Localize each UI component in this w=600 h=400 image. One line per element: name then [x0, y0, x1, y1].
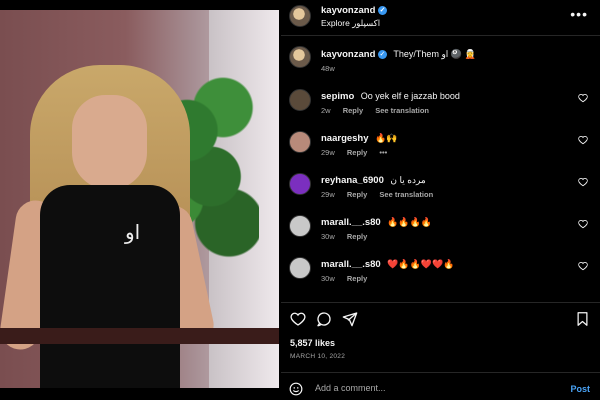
comment-item: reyhana_6900 مرده یا ن 29w Reply See tra… [281, 173, 600, 209]
reply-button[interactable]: Reply [347, 274, 367, 283]
image-shirt-text: او [125, 220, 141, 244]
image-person-body [40, 185, 180, 388]
comment-line: marall.__.s80 ❤️🔥🔥❤️❤️🔥 [321, 259, 454, 270]
reply-button[interactable]: Reply [347, 190, 367, 199]
share-icon[interactable] [342, 311, 358, 327]
commenter-username[interactable]: naargeshy [321, 133, 369, 144]
add-comment-input[interactable] [315, 381, 555, 395]
comment-time[interactable]: 30w [321, 232, 335, 241]
heart-icon[interactable] [578, 219, 588, 229]
commenter-avatar[interactable] [289, 257, 311, 279]
emoji-icon[interactable] [289, 382, 303, 396]
actions-divider [281, 302, 600, 303]
bookmark-icon[interactable] [575, 311, 590, 327]
comment-line: marall.__.s80 🔥🔥🔥🔥 [321, 217, 432, 228]
reply-button[interactable]: Reply [347, 148, 367, 157]
comment-item: marall.__.s80 🔥🔥🔥🔥 30w Reply [281, 215, 600, 251]
reply-button[interactable]: Reply [347, 232, 367, 241]
comment-meta: 30w Reply [321, 232, 377, 241]
comment-text: مرده یا ن [390, 175, 426, 185]
verified-badge-icon: ✓ [377, 50, 387, 60]
comment-meta: 2w Reply See translation [321, 106, 439, 115]
commenter-username[interactable]: sepimo [321, 91, 354, 102]
post-location[interactable]: Explore اکسپلور [321, 18, 380, 29]
add-comment-divider [281, 372, 600, 373]
author-username-row[interactable]: kayvonzand ✓ [321, 5, 388, 16]
heart-icon[interactable] [290, 311, 306, 327]
caption-username[interactable]: kayvonzand [321, 49, 375, 60]
comment-time[interactable]: 29w [321, 190, 335, 199]
verified-badge-icon: ✓ [378, 5, 388, 15]
comment-time[interactable]: 30w [321, 274, 335, 283]
comment-line: naargeshy 🔥🙌 [321, 133, 397, 144]
reply-button[interactable]: Reply [343, 106, 363, 115]
comment-time[interactable]: 29w [321, 148, 335, 157]
commenter-username[interactable]: marall.__.s80 [321, 217, 381, 228]
post-comment-button[interactable]: Post [570, 384, 590, 394]
image-person-face [72, 95, 147, 190]
comment-icon[interactable] [316, 311, 332, 327]
comment-meta: 29w Reply See translation [321, 190, 443, 199]
comment-text: 🔥🔥🔥🔥 [387, 217, 433, 227]
heart-icon[interactable] [578, 135, 588, 145]
author-avatar[interactable] [289, 5, 311, 27]
see-translation-button[interactable]: See translation [379, 190, 433, 199]
caption-avatar[interactable] [289, 46, 311, 68]
comment-time[interactable]: 2w [321, 106, 331, 115]
comment-text: ❤️🔥🔥❤️❤️🔥 [387, 259, 455, 269]
more-options-icon[interactable]: ••• [570, 6, 588, 22]
caption-text: They/Them او 🎱 🧝 [393, 49, 476, 59]
image-rail [0, 328, 279, 344]
add-comment-bar: Post [281, 376, 600, 400]
likes-count[interactable]: 5,857 likes [290, 338, 335, 348]
author-username[interactable]: kayvonzand [321, 5, 375, 16]
commenter-avatar[interactable] [289, 131, 311, 153]
caption-line: kayvonzand ✓ They/Them او 🎱 🧝 [321, 49, 476, 60]
post-actions [281, 309, 600, 331]
comment-meta: 29w Reply ••• [321, 148, 397, 157]
heart-icon[interactable] [578, 177, 588, 187]
commenter-avatar[interactable] [289, 215, 311, 237]
commenter-avatar[interactable] [289, 173, 311, 195]
commenter-username[interactable]: reyhana_6900 [321, 175, 384, 186]
comment-item: naargeshy 🔥🙌 29w Reply ••• [281, 131, 600, 167]
heart-icon[interactable] [578, 93, 588, 103]
comment-item: marall.__.s80 ❤️🔥🔥❤️❤️🔥 30w Reply [281, 257, 600, 293]
comment-line: sepimo Oo yek elf e jazzab bood [321, 91, 460, 102]
comment-item: sepimo Oo yek elf e jazzab bood 2w Reply… [281, 89, 600, 125]
caption-time[interactable]: 48w [321, 64, 335, 73]
comment-text: 🔥🙌 [375, 133, 398, 143]
comment-line: reyhana_6900 مرده یا ن [321, 175, 426, 186]
post-date[interactable]: MARCH 10, 2022 [290, 353, 345, 360]
comment-text: Oo yek elf e jazzab bood [360, 91, 460, 101]
post-header: kayvonzand ✓ Explore اکسپلور ••• [281, 0, 600, 35]
see-translation-button[interactable]: See translation [375, 106, 429, 115]
header-divider [281, 35, 600, 36]
post-image[interactable]: او [0, 10, 279, 388]
heart-icon[interactable] [578, 261, 588, 271]
commenter-username[interactable]: marall.__.s80 [321, 259, 381, 270]
post-side-panel: kayvonzand ✓ Explore اکسپلور ••• kayvonz… [281, 0, 600, 400]
comment-more-options-icon[interactable]: ••• [379, 148, 387, 157]
comment-meta: 30w Reply [321, 274, 377, 283]
commenter-avatar[interactable] [289, 89, 311, 111]
